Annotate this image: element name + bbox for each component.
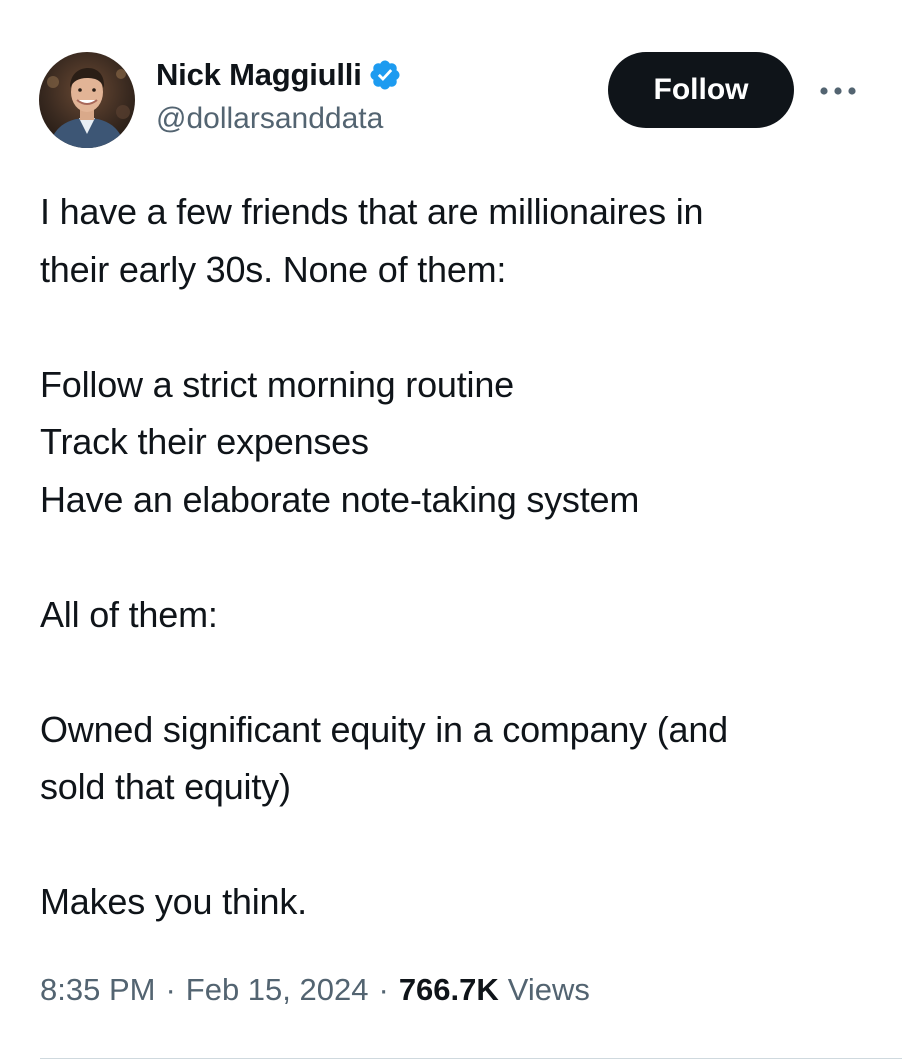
tweet-line: Track their expenses [40,421,369,462]
tweet-blank-line [40,298,870,356]
tweet-line: All of them: [40,593,218,635]
tweet-blank-line [40,643,870,701]
tweet-text: I have a few friends that are millionair… [40,183,870,931]
divider [40,1058,902,1059]
meta-separator: · [165,972,176,1007]
more-horizontal-icon[interactable] [816,76,860,106]
avatar[interactable] [39,52,135,148]
tweet-line: Have an elaborate note-taking system [40,478,640,520]
author-display-name[interactable]: Nick Maggiulli [156,57,362,93]
author-name-row: Nick Maggiulli [156,56,402,94]
verified-badge-icon[interactable] [368,58,402,92]
tweet-line: their early 30s. None of them: [40,248,507,290]
tweet-blank-line [40,816,870,874]
tweet-line: Makes you think. [40,881,307,922]
views-label: Views [507,972,590,1007]
tweet-date[interactable]: Feb 15, 2024 [186,972,369,1008]
meta-separator: · [378,972,389,1007]
tweet-line: Follow a strict morning routine [40,363,514,405]
tweet-meta: 8:35 PM · Feb 15, 2024 · 766.7K Views [40,972,590,1008]
tweet-time[interactable]: 8:35 PM [40,972,155,1008]
tweet: Nick Maggiulli @dollarsanddata Follow I … [0,0,902,1060]
avatar-photo [39,52,135,148]
tweet-line: sold that equity) [40,766,291,807]
tweet-blank-line [40,528,870,586]
tweet-line: Owned significant equity in a company (a… [40,708,728,750]
author-info: Nick Maggiulli @dollarsanddata [156,56,402,136]
author-handle[interactable]: @dollarsanddata [156,102,402,136]
follow-button[interactable]: Follow [608,52,794,128]
tweet-line: I have a few friends that are millionair… [40,191,704,232]
views-count[interactable]: 766.7K [399,972,499,1008]
